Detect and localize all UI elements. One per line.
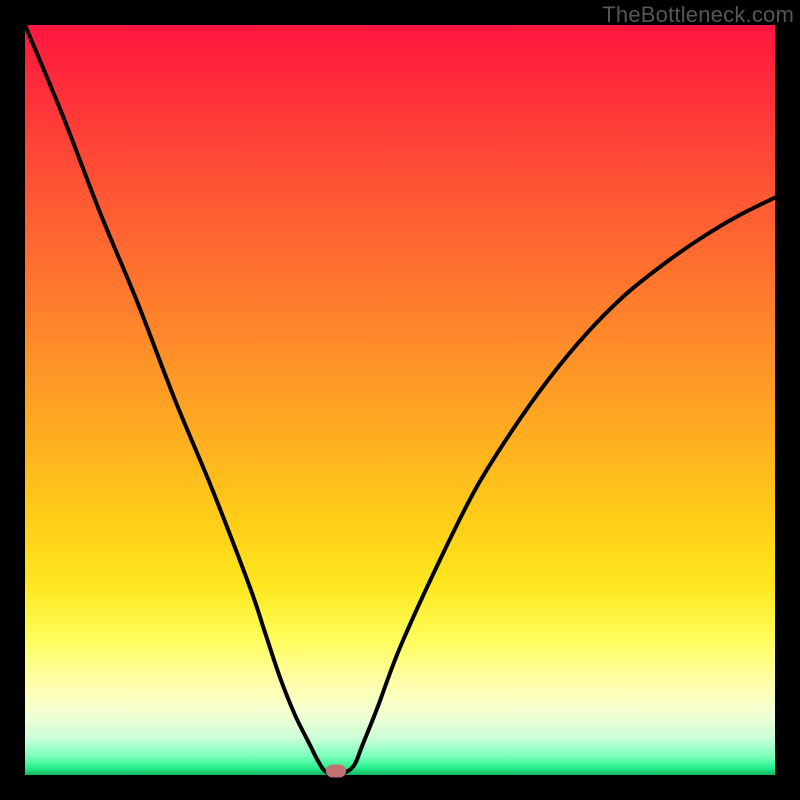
bottleneck-curve-path [25, 25, 775, 775]
plot-area [25, 25, 775, 775]
minimum-marker [326, 765, 346, 778]
curve-svg [25, 25, 775, 775]
chart-frame: TheBottleneck.com [0, 0, 800, 800]
